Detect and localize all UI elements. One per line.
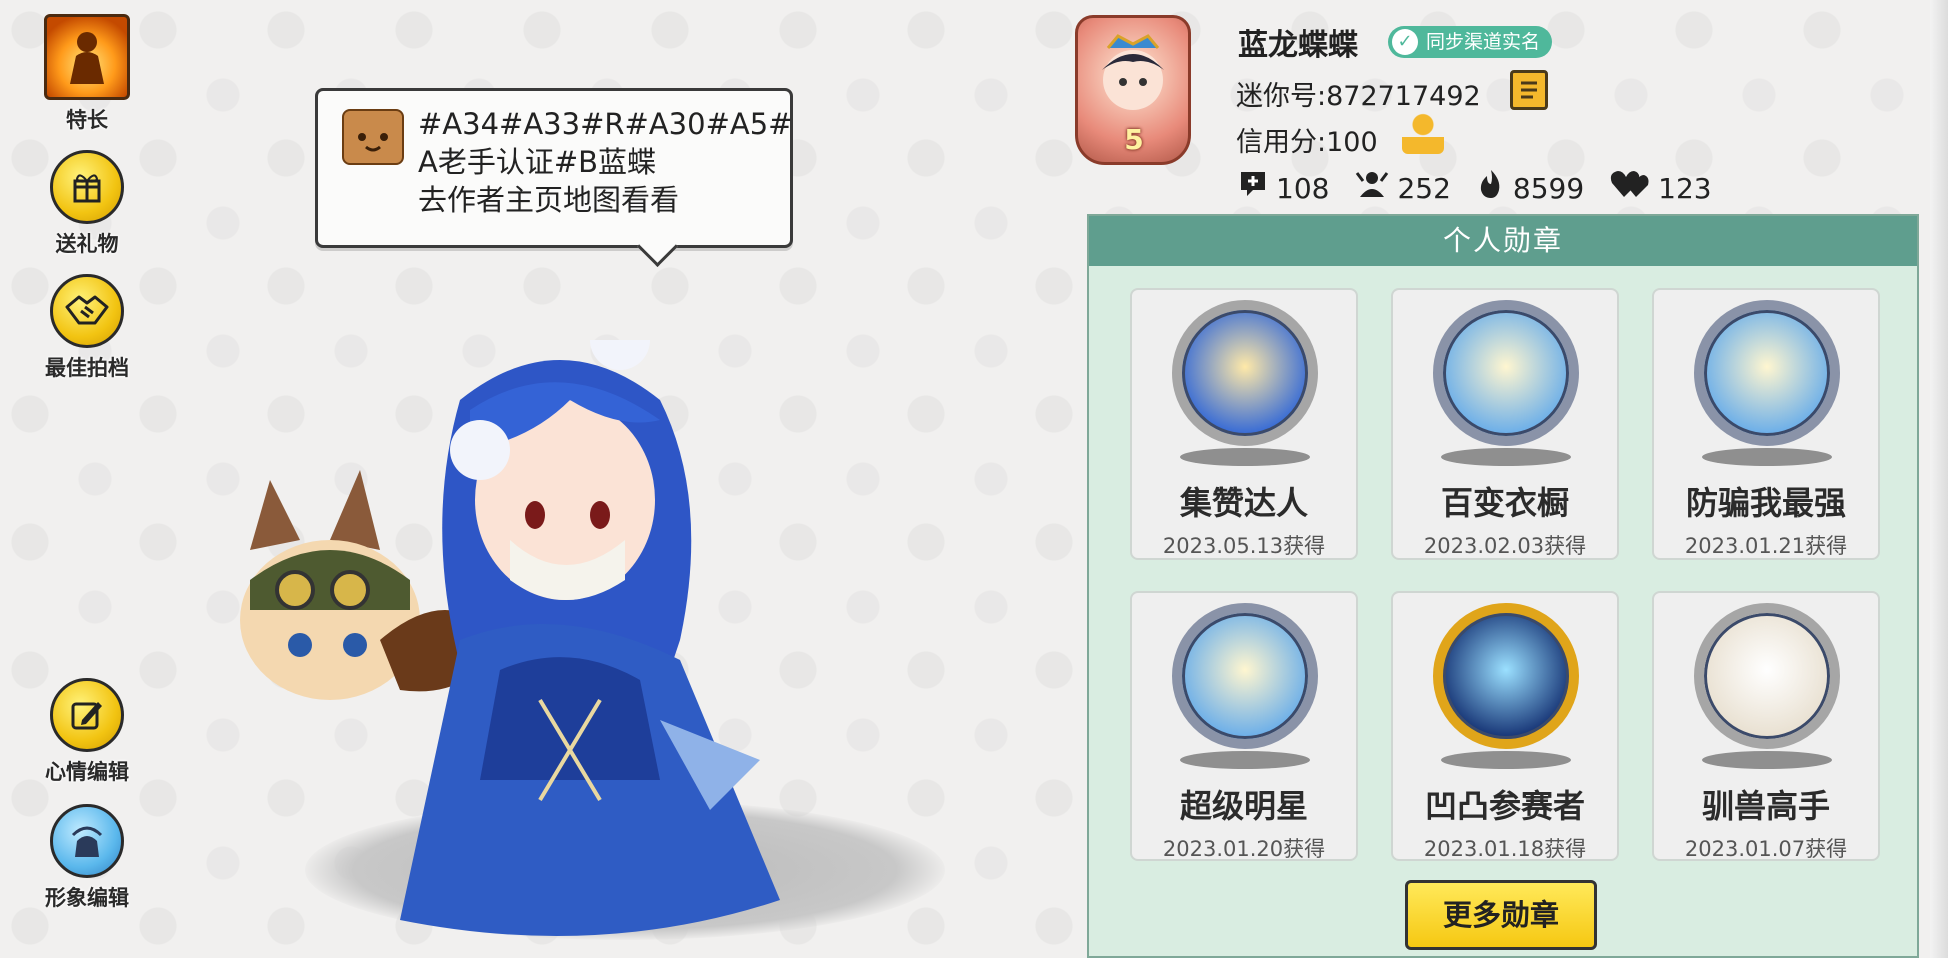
medal-name: 超级明星 [1179, 787, 1308, 825]
likes-stat[interactable]: 123 [1610, 168, 1712, 208]
mini-id: 迷你号:872717492 [1236, 81, 1481, 112]
fans-stat[interactable]: 252 [1355, 168, 1451, 208]
avatar-edit-button[interactable]: 形象编辑 [27, 804, 147, 912]
superstar-medal-icon [1172, 603, 1318, 749]
medal-card[interactable]: 集赞达人 2023.05.13获得 [1130, 288, 1358, 560]
mascot-face-icon [342, 109, 404, 165]
wardrobe-medal-icon [1433, 300, 1579, 446]
medal-name: 百变衣橱 [1440, 484, 1569, 522]
best-partner-label: 最佳拍档 [45, 356, 129, 380]
medal-card[interactable]: 百变衣橱 2023.02.03获得 [1391, 288, 1619, 560]
medal-pedestal [1180, 751, 1310, 769]
send-gift-button[interactable]: 送礼物 [27, 150, 147, 258]
add-friend-icon [1238, 169, 1268, 207]
mood-edit-label: 心情编辑 [45, 760, 129, 784]
specialty-button[interactable]: 特长 [27, 14, 147, 134]
fire-icon [1477, 168, 1505, 208]
fans-icon [1355, 169, 1389, 207]
medal-pedestal [1702, 751, 1832, 769]
avatar-edit-icon [50, 804, 124, 878]
medal-date: 2023.05.13获得 [1162, 534, 1326, 558]
profile-stats: 108 252 8599 123 [1238, 168, 1738, 208]
popularity-stat[interactable]: 8599 [1477, 168, 1584, 208]
medal-pedestal [1180, 448, 1310, 466]
bubble-line-1: #A34#A33#R#A30#A5# [418, 107, 793, 141]
heart-icon [1610, 169, 1650, 207]
medal-pedestal [1441, 751, 1571, 769]
user-verified-icon: ✓ [1392, 29, 1418, 55]
friends-stat[interactable]: 108 [1238, 168, 1329, 208]
medal-name: 防骗我最强 [1685, 484, 1846, 522]
medal-pedestal [1702, 448, 1832, 466]
right-edge [1930, 0, 1948, 958]
bubble-line-2: A老手认证#B蓝蝶 [418, 145, 657, 179]
friends-count: 108 [1276, 171, 1330, 205]
best-partner-button[interactable]: 最佳拍档 [27, 274, 147, 382]
medal-date: 2023.01.20获得 [1162, 837, 1326, 861]
sync-badge-label: 同步渠道实名 [1426, 31, 1541, 53]
medal-name: 驯兽高手 [1701, 787, 1830, 825]
medal-date: 2023.01.07获得 [1684, 837, 1848, 861]
avatar-edit-label: 形象编辑 [45, 886, 129, 910]
medal-date: 2023.01.21获得 [1684, 534, 1848, 558]
mood-edit-button[interactable]: 心情编辑 [27, 678, 147, 786]
more-medals-button[interactable]: 更多勋章 [1405, 880, 1597, 950]
medal-date: 2023.01.18获得 [1423, 837, 1587, 861]
username: 蓝龙蝶蝶 [1238, 28, 1358, 63]
medal-card[interactable]: 凹凸参赛者 2023.01.18获得 [1391, 591, 1619, 861]
bubble-line-3: 去作者主页地图看看 [418, 183, 680, 217]
handshake-icon [50, 274, 124, 348]
fire-figure-icon [44, 14, 130, 100]
thumbs-up-medal-icon [1172, 300, 1318, 446]
medal-date: 2023.02.03获得 [1423, 534, 1587, 558]
credit-score: 信用分:100 [1236, 127, 1378, 158]
medal-pedestal [1441, 448, 1571, 466]
girl-avatar [400, 340, 780, 936]
likes-count: 123 [1658, 171, 1712, 205]
mood-speech-bubble: #A34#A33#R#A30#A5# A老手认证#B蓝蝶 去作者主页地图看看 [315, 88, 793, 248]
copy-id-icon[interactable] [1510, 70, 1548, 110]
medal-name: 凹凸参赛者 [1424, 787, 1585, 825]
medal-card[interactable]: 防骗我最强 2023.01.21获得 [1652, 288, 1880, 560]
contestant-medal-icon [1433, 603, 1579, 749]
medal-card[interactable]: 超级明星 2023.01.20获得 [1130, 591, 1358, 861]
beast-tamer-medal-icon [1694, 603, 1840, 749]
police-medal-icon [1694, 300, 1840, 446]
player-character[interactable] [240, 340, 940, 950]
send-gift-label: 送礼物 [55, 232, 119, 256]
level-badge: 5 [1124, 123, 1144, 156]
fans-count: 252 [1397, 171, 1451, 205]
credit-info-icon[interactable] [1402, 112, 1444, 154]
gift-icon [50, 150, 124, 224]
specialty-label: 特长 [66, 108, 108, 132]
profile-avatar[interactable]: 5 [1075, 15, 1191, 165]
edit-icon [50, 678, 124, 752]
personal-medals-panel: 个人勋章 集赞达人 2023.05.13获得 百变衣橱 2023.02.03获得… [1087, 214, 1919, 958]
medals-title: 个人勋章 [1089, 216, 1917, 266]
medal-name: 集赞达人 [1179, 484, 1308, 522]
sync-realname-badge[interactable]: ✓ 同步渠道实名 [1388, 26, 1553, 58]
popularity-count: 8599 [1512, 171, 1585, 205]
medal-card[interactable]: 驯兽高手 2023.01.07获得 [1652, 591, 1880, 861]
